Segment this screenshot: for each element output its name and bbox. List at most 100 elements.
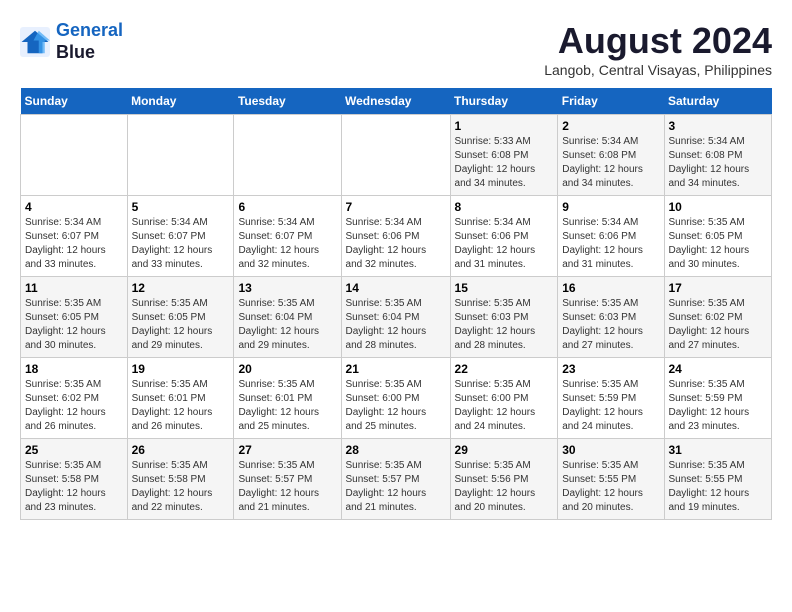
day-info: Sunrise: 5:35 AMSunset: 6:02 PMDaylight:… — [25, 378, 123, 434]
day-number: 2 — [562, 119, 659, 133]
calendar-cell: 26 Sunrise: 5:35 AMSunset: 5:58 PMDayligh… — [127, 439, 234, 520]
calendar-cell: 12 Sunrise: 5:35 AMSunset: 6:05 PMDayligh… — [127, 277, 234, 358]
day-number: 20 — [238, 362, 336, 376]
day-number: 12 — [132, 281, 230, 295]
day-info: Sunrise: 5:34 AMSunset: 6:06 PMDaylight:… — [455, 216, 554, 272]
day-number: 28 — [346, 443, 446, 457]
day-info: Sunrise: 5:35 AMSunset: 6:05 PMDaylight:… — [25, 297, 123, 353]
calendar-cell: 3 Sunrise: 5:34 AMSunset: 6:08 PMDaylight… — [664, 115, 772, 196]
day-header-wednesday: Wednesday — [341, 88, 450, 115]
calendar-cell: 24 Sunrise: 5:35 AMSunset: 5:59 PMDayligh… — [664, 358, 772, 439]
day-info: Sunrise: 5:35 AMSunset: 5:55 PMDaylight:… — [562, 459, 659, 515]
title-block: August 2024 Langob, Central Visayas, Phi… — [544, 20, 772, 78]
day-info: Sunrise: 5:34 AMSunset: 6:08 PMDaylight:… — [669, 135, 768, 191]
day-info: Sunrise: 5:34 AMSunset: 6:07 PMDaylight:… — [132, 216, 230, 272]
day-number: 29 — [455, 443, 554, 457]
day-number: 23 — [562, 362, 659, 376]
logo-text: General Blue — [56, 20, 123, 63]
day-number: 10 — [669, 200, 768, 214]
day-number: 5 — [132, 200, 230, 214]
day-number: 26 — [132, 443, 230, 457]
calendar-week-row: 1 Sunrise: 5:33 AMSunset: 6:08 PMDaylight… — [21, 115, 772, 196]
calendar-cell: 4 Sunrise: 5:34 AMSunset: 6:07 PMDaylight… — [21, 196, 128, 277]
day-info: Sunrise: 5:35 AMSunset: 5:56 PMDaylight:… — [455, 459, 554, 515]
day-number: 21 — [346, 362, 446, 376]
calendar-cell: 17Sunrise: 5:35 AMSunset: 6:02 PMDayligh… — [664, 277, 772, 358]
calendar-cell — [127, 115, 234, 196]
calendar-week-row: 4 Sunrise: 5:34 AMSunset: 6:07 PMDaylight… — [21, 196, 772, 277]
day-info: Sunrise: 5:35 AMSunset: 5:59 PMDaylight:… — [562, 378, 659, 434]
day-number: 22 — [455, 362, 554, 376]
day-info: Sunrise: 5:35 AMSunset: 6:01 PMDaylight:… — [238, 378, 336, 434]
day-info: Sunrise: 5:35 AMSunset: 5:55 PMDaylight:… — [669, 459, 768, 515]
day-number: 19 — [132, 362, 230, 376]
day-number: 6 — [238, 200, 336, 214]
calendar-cell: 14 Sunrise: 5:35 AMSunset: 6:04 PMDayligh… — [341, 277, 450, 358]
day-header-saturday: Saturday — [664, 88, 772, 115]
calendar-header-row: SundayMondayTuesdayWednesdayThursdayFrid… — [21, 88, 772, 115]
day-info: Sunrise: 5:35 AMSunset: 5:58 PMDaylight:… — [25, 459, 123, 515]
day-info: Sunrise: 5:35 AMSunset: 6:00 PMDaylight:… — [455, 378, 554, 434]
day-header-sunday: Sunday — [21, 88, 128, 115]
calendar-cell: 27 Sunrise: 5:35 AMSunset: 5:57 PMDayligh… — [234, 439, 341, 520]
day-number: 18 — [25, 362, 123, 376]
calendar-cell: 25Sunrise: 5:35 AMSunset: 5:58 PMDayligh… — [21, 439, 128, 520]
calendar-cell: 15Sunrise: 5:35 AMSunset: 6:03 PMDayligh… — [450, 277, 558, 358]
day-info: Sunrise: 5:35 AMSunset: 5:57 PMDaylight:… — [238, 459, 336, 515]
day-number: 16 — [562, 281, 659, 295]
calendar-week-row: 25Sunrise: 5:35 AMSunset: 5:58 PMDayligh… — [21, 439, 772, 520]
day-number: 30 — [562, 443, 659, 457]
calendar-cell: 29 Sunrise: 5:35 AMSunset: 5:56 PMDayligh… — [450, 439, 558, 520]
day-info: Sunrise: 5:35 AMSunset: 5:58 PMDaylight:… — [132, 459, 230, 515]
day-info: Sunrise: 5:35 AMSunset: 5:59 PMDaylight:… — [669, 378, 768, 434]
calendar-cell: 22 Sunrise: 5:35 AMSunset: 6:00 PMDayligh… — [450, 358, 558, 439]
calendar-cell: 9 Sunrise: 5:34 AMSunset: 6:06 PMDaylight… — [558, 196, 664, 277]
calendar-cell: 28 Sunrise: 5:35 AMSunset: 5:57 PMDayligh… — [341, 439, 450, 520]
calendar-cell — [234, 115, 341, 196]
main-title: August 2024 — [544, 20, 772, 62]
day-number: 7 — [346, 200, 446, 214]
calendar-cell — [341, 115, 450, 196]
day-info: Sunrise: 5:35 AMSunset: 6:04 PMDaylight:… — [346, 297, 446, 353]
day-number: 17 — [669, 281, 768, 295]
calendar-cell: 8 Sunrise: 5:34 AMSunset: 6:06 PMDaylight… — [450, 196, 558, 277]
subtitle: Langob, Central Visayas, Philippines — [544, 62, 772, 78]
day-info: Sunrise: 5:34 AMSunset: 6:06 PMDaylight:… — [346, 216, 446, 272]
day-info: Sunrise: 5:33 AMSunset: 6:08 PMDaylight:… — [455, 135, 554, 191]
logo: General Blue — [20, 20, 123, 63]
day-number: 13 — [238, 281, 336, 295]
day-info: Sunrise: 5:34 AMSunset: 6:06 PMDaylight:… — [562, 216, 659, 272]
calendar-week-row: 11 Sunrise: 5:35 AMSunset: 6:05 PMDayligh… — [21, 277, 772, 358]
day-number: 9 — [562, 200, 659, 214]
day-number: 31 — [669, 443, 768, 457]
calendar-cell: 31 Sunrise: 5:35 AMSunset: 5:55 PMDayligh… — [664, 439, 772, 520]
day-number: 4 — [25, 200, 123, 214]
day-number: 11 — [25, 281, 123, 295]
logo-icon — [20, 27, 50, 57]
day-info: Sunrise: 5:35 AMSunset: 5:57 PMDaylight:… — [346, 459, 446, 515]
day-header-thursday: Thursday — [450, 88, 558, 115]
day-info: Sunrise: 5:34 AMSunset: 6:07 PMDaylight:… — [25, 216, 123, 272]
calendar-cell: 10 Sunrise: 5:35 AMSunset: 6:05 PMDayligh… — [664, 196, 772, 277]
day-info: Sunrise: 5:35 AMSunset: 6:00 PMDaylight:… — [346, 378, 446, 434]
day-header-monday: Monday — [127, 88, 234, 115]
calendar-cell: 2 Sunrise: 5:34 AMSunset: 6:08 PMDaylight… — [558, 115, 664, 196]
day-header-tuesday: Tuesday — [234, 88, 341, 115]
day-number: 3 — [669, 119, 768, 133]
calendar-cell: 7 Sunrise: 5:34 AMSunset: 6:06 PMDaylight… — [341, 196, 450, 277]
day-info: Sunrise: 5:34 AMSunset: 6:08 PMDaylight:… — [562, 135, 659, 191]
calendar-cell: 30 Sunrise: 5:35 AMSunset: 5:55 PMDayligh… — [558, 439, 664, 520]
day-info: Sunrise: 5:35 AMSunset: 6:04 PMDaylight:… — [238, 297, 336, 353]
day-number: 27 — [238, 443, 336, 457]
calendar-cell — [21, 115, 128, 196]
day-number: 1 — [455, 119, 554, 133]
day-number: 8 — [455, 200, 554, 214]
calendar-cell: 18 Sunrise: 5:35 AMSunset: 6:02 PMDayligh… — [21, 358, 128, 439]
day-number: 24 — [669, 362, 768, 376]
calendar-cell: 20 Sunrise: 5:35 AMSunset: 6:01 PMDayligh… — [234, 358, 341, 439]
day-number: 14 — [346, 281, 446, 295]
day-info: Sunrise: 5:35 AMSunset: 6:05 PMDaylight:… — [669, 216, 768, 272]
day-info: Sunrise: 5:35 AMSunset: 6:01 PMDaylight:… — [132, 378, 230, 434]
calendar-cell: 11 Sunrise: 5:35 AMSunset: 6:05 PMDayligh… — [21, 277, 128, 358]
day-info: Sunrise: 5:35 AMSunset: 6:05 PMDaylight:… — [132, 297, 230, 353]
